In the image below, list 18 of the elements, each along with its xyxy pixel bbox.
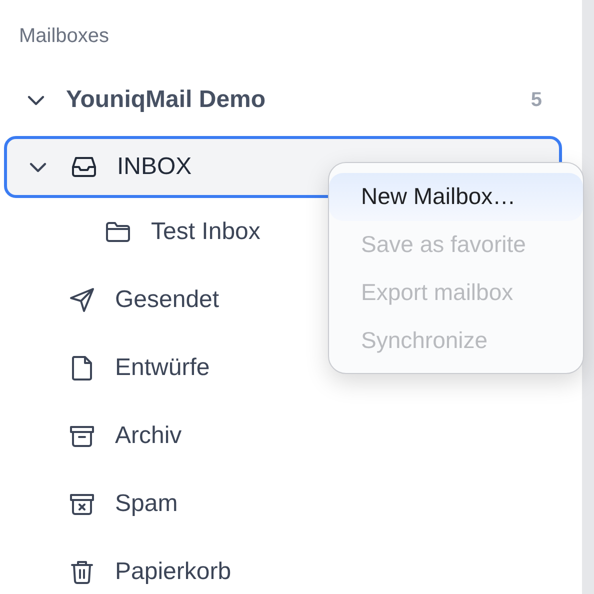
paper-plane-icon	[68, 286, 96, 314]
trash-icon	[68, 558, 96, 586]
folder-label: Papierkorb	[115, 557, 232, 587]
chevron-icon[interactable]	[26, 93, 46, 107]
unread-count: 5	[530, 88, 542, 113]
mailbox-item[interactable]: Archiv	[4, 402, 562, 470]
mailbox-item[interactable]: Papierkorb	[4, 538, 562, 594]
folder-label: Test Inbox	[151, 217, 260, 247]
folder-label: INBOX	[117, 152, 192, 182]
mailbox-item[interactable]: Spam	[4, 470, 562, 538]
folder-label: Entwürfe	[115, 353, 210, 383]
chevron-icon[interactable]	[28, 160, 48, 174]
menu-item[interactable]: New Mailbox…	[329, 173, 583, 222]
folder-label: Spam	[115, 489, 178, 519]
sidebar-heading: Mailboxes	[19, 26, 110, 46]
account-name: YouniqMail Demo	[66, 85, 267, 115]
folder-label: Gesendet	[115, 285, 220, 315]
folder-label: Archiv	[115, 421, 182, 451]
